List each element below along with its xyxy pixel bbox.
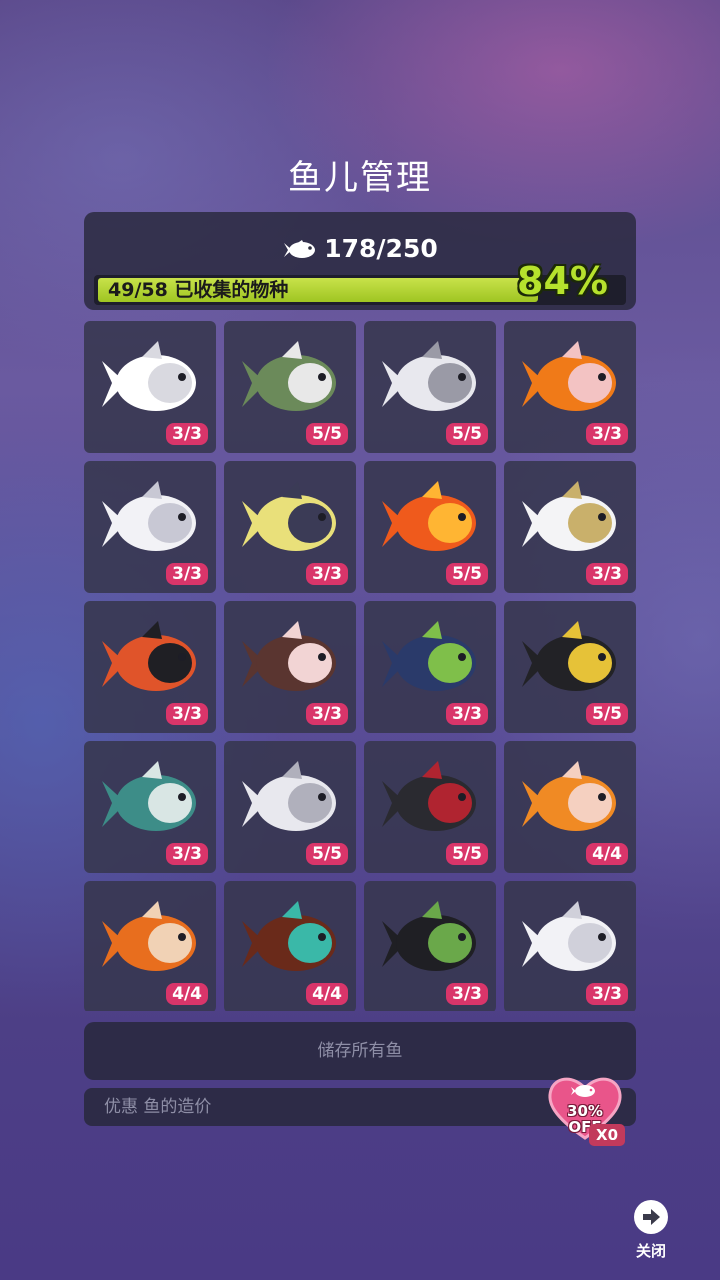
- bat-fish-icon: [102, 621, 196, 691]
- fish-count-badge: 3/3: [586, 423, 628, 445]
- fish-count-badge: 4/4: [586, 843, 628, 865]
- fish-count-badge: 4/4: [166, 983, 208, 1005]
- ghost-wisp-fish-icon: [102, 481, 196, 551]
- fish-count-badge: 3/3: [166, 843, 208, 865]
- arrow-right-icon: [634, 1200, 668, 1234]
- fish-card[interactable]: 3/3: [224, 601, 356, 733]
- fish-card[interactable]: 5/5: [364, 321, 496, 453]
- witch-fish-icon: [382, 621, 476, 691]
- fish-icon: [282, 238, 318, 267]
- fish-grid: 3/3 5/5 5/5 3/3 3/3 3/3 5/5 3/3 3/3 3/3 3/3 5/5 3/3 5…: [84, 321, 636, 1011]
- fish-count-badge: 5/5: [306, 423, 348, 445]
- fish-card[interactable]: 4/4: [84, 881, 216, 1011]
- ghost-fish-icon: [382, 341, 476, 411]
- fish-count-badge: 3/3: [586, 563, 628, 585]
- fish-card[interactable]: 4/4: [224, 881, 356, 1011]
- fish-count-badge: 3/3: [586, 983, 628, 1005]
- skeleton-fish-icon: [102, 341, 196, 411]
- species-percent: 84%: [517, 259, 608, 303]
- fish-count-badge: 5/5: [446, 423, 488, 445]
- fish-count-badge: 3/3: [446, 983, 488, 1005]
- fish-card[interactable]: 3/3: [224, 461, 356, 593]
- angler-ghost-icon: [242, 761, 336, 831]
- witch-frog-icon: [382, 901, 476, 971]
- fish-count-badge: 3/3: [446, 703, 488, 725]
- autumn-leaf-fish-icon: [522, 761, 616, 831]
- species-progress-bar: 49/58 已收集的物种 84%: [94, 259, 626, 305]
- fish-card[interactable]: 3/3: [504, 461, 636, 593]
- fish-card[interactable]: 3/3: [504, 321, 636, 453]
- fish-card[interactable]: 3/3: [84, 321, 216, 453]
- pumpkin-fish-icon: [522, 341, 616, 411]
- fish-card[interactable]: 3/3: [364, 601, 496, 733]
- robot-puffer-icon: [522, 481, 616, 551]
- shadow-fish-icon: [522, 621, 616, 691]
- fish-count-badge: 3/3: [166, 423, 208, 445]
- fish-card[interactable]: 5/5: [364, 741, 496, 873]
- fish-card[interactable]: 3/3: [84, 741, 216, 873]
- fish-card[interactable]: 5/5: [224, 741, 356, 873]
- fish-card[interactable]: 3/3: [364, 881, 496, 1011]
- fire-fish-icon: [382, 481, 476, 551]
- fish-card[interactable]: 3/3: [84, 601, 216, 733]
- fish-count-badge: 3/3: [306, 563, 348, 585]
- fish-count-badge: 5/5: [586, 703, 628, 725]
- discount-offer-badge[interactable]: 30% OFF X0: [545, 1072, 635, 1152]
- fish-card[interactable]: 5/5: [504, 601, 636, 733]
- mummy-fish-icon: [102, 761, 196, 831]
- fish-count-value: 178/250: [324, 234, 438, 263]
- fish-count-badge: 3/3: [306, 703, 348, 725]
- fish-count-badge: 5/5: [446, 563, 488, 585]
- species-label: 49/58 已收集的物种: [108, 279, 289, 301]
- spider-egg-fish-icon: [242, 901, 336, 971]
- constellation-fish-icon: [242, 481, 336, 551]
- fish-card[interactable]: 5/5: [364, 461, 496, 593]
- rose-angler-icon: [382, 761, 476, 831]
- discount-label: 优惠 鱼的造价: [104, 1097, 212, 1117]
- pumpkin-carriage-icon: [102, 901, 196, 971]
- fish-card[interactable]: 4/4: [504, 741, 636, 873]
- fish-card[interactable]: 5/5: [224, 321, 356, 453]
- fish-count-badge: 5/5: [306, 843, 348, 865]
- clownfish-camo-icon: [242, 341, 336, 411]
- close-button[interactable]: 关闭: [626, 1200, 676, 1270]
- collection-stats-panel: 178/250 49/58 已收集的物种 84%: [84, 212, 636, 310]
- fish-count-badge: 3/3: [166, 703, 208, 725]
- page-title: 鱼儿管理: [288, 158, 432, 198]
- reaper-fish-icon: [242, 621, 336, 691]
- fish-count-badge: 4/4: [306, 983, 348, 1005]
- offer-multiplier: X0: [589, 1124, 626, 1146]
- fish-card[interactable]: 3/3: [504, 881, 636, 1011]
- close-label: 关闭: [635, 1242, 666, 1260]
- fish-count-badge: 3/3: [166, 563, 208, 585]
- fish-card[interactable]: 3/3: [84, 461, 216, 593]
- ghost-spirit-icon: [522, 901, 616, 971]
- fish-count-badge: 5/5: [446, 843, 488, 865]
